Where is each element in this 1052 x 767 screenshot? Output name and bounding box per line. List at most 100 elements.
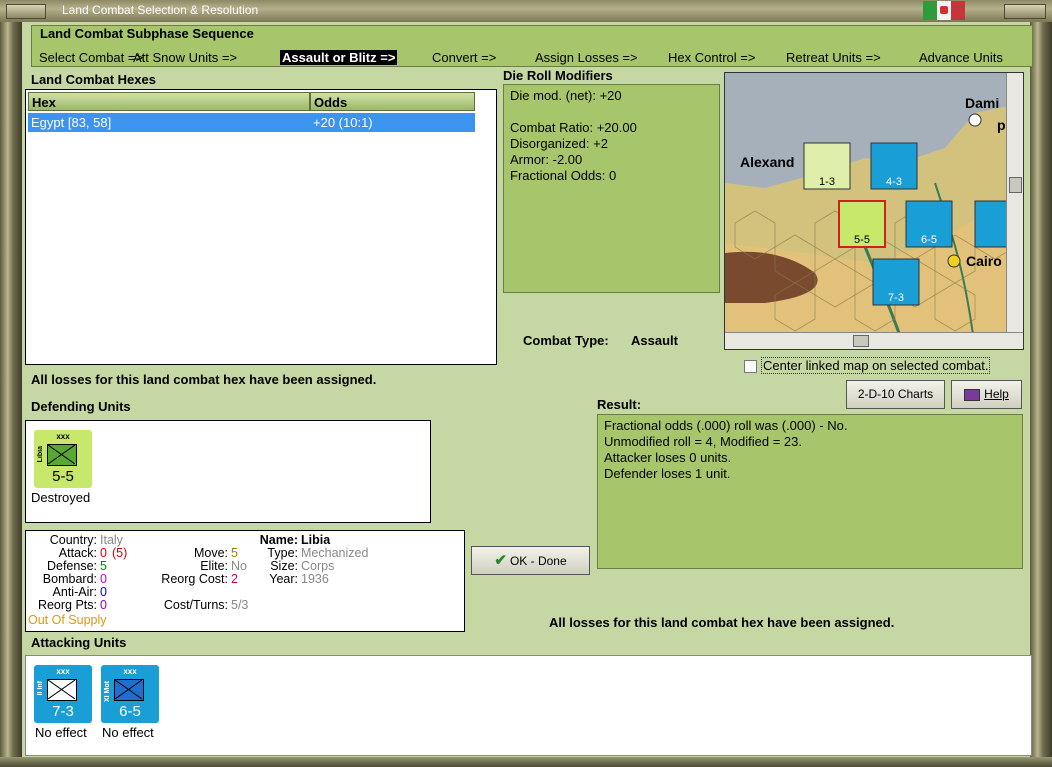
subphase-step-retreat-units: Retreat Units => [786, 50, 881, 65]
unit-value: 6-5 [119, 703, 141, 720]
subphase-step-select-combat: Select Combat => [39, 50, 144, 65]
checkmark-icon: ✔ [494, 552, 507, 569]
window-titlebar[interactable]: Land Combat Selection & Resolution [0, 0, 1052, 22]
modifier-line: Combat Ratio: +20.00 [510, 120, 637, 135]
center-map-label[interactable]: Center linked map on selected combat. [761, 357, 991, 374]
reorg-pts-label: Reorg Pts: [37, 598, 97, 612]
help-button[interactable]: Help [951, 380, 1022, 409]
unit-size: xxx [123, 667, 137, 676]
modifiers-panel: Die mod. (net): +20 Combat Ratio: +20.00… [503, 84, 720, 293]
supply-status: Out Of Supply [28, 613, 107, 627]
svg-text:4-3: 4-3 [886, 176, 902, 188]
svg-text:5-5: 5-5 [854, 234, 870, 246]
subphase-step-assault-blitz: Assault or Blitz => [280, 50, 398, 65]
modifier-line: Disorganized: +2 [510, 136, 608, 151]
odds-cell: +20 (10:1) [313, 115, 373, 130]
unit-value: 5-5 [52, 468, 74, 485]
result-line: Fractional odds (.000) roll was (.000) -… [604, 418, 848, 433]
unit-name: XI Mot [104, 681, 111, 702]
cost-turns-label: Cost/Turns: [163, 598, 228, 612]
subphase-panel: Land Combat Subphase Sequence Select Com… [31, 25, 1033, 67]
map-horizontal-scrollbar[interactable] [725, 332, 1023, 349]
center-map-checkbox[interactable] [744, 360, 757, 373]
map-label-p: p [997, 117, 1006, 133]
map-label-alexandria: Alexand [740, 154, 795, 170]
book-icon [964, 388, 981, 401]
unit-details-panel: Country: Italy Attack: 0 (5) Defense: 5 … [25, 530, 465, 632]
map-vscroll-thumb[interactable] [1009, 177, 1022, 193]
attacking-unit-counter[interactable]: xxx II Inf 7-3 [34, 665, 92, 723]
subphase-step-convert: Convert => [432, 50, 497, 65]
ok-done-label: OK - Done [509, 554, 567, 568]
window-frame-bottom [0, 757, 1052, 767]
hex-cell: Egypt [83, 58] [31, 115, 112, 130]
modifier-line [510, 104, 637, 120]
modifiers-heading: Die Roll Modifiers [503, 68, 613, 83]
help-button-label: Help [984, 387, 1009, 401]
window-frame-right [1030, 22, 1052, 767]
attacking-unit-counter[interactable]: xxx XI Mot 6-5 [101, 665, 159, 723]
hexes-col-hex[interactable]: Hex [28, 92, 310, 111]
result-line: Unmodified roll = 4, Modified = 23. [604, 434, 802, 449]
result-line: Defender loses 1 unit. [604, 466, 731, 481]
charts-button-label: 2-D-10 Charts [857, 387, 934, 401]
mechanized-icon [47, 444, 77, 466]
map-label-damietta: Dami [965, 95, 1000, 111]
subphase-step-att-snow: Att Snow Units => [133, 50, 238, 65]
modifier-line: Die mod. (net): +20 [510, 88, 622, 103]
window-title: Land Combat Selection & Resolution [62, 3, 259, 17]
table-row[interactable]: Egypt [83, 58] +20 (10:1) [28, 113, 475, 132]
subphase-step-hex-control: Hex Control => [668, 50, 756, 65]
reorg-cost-label: Reorg Cost: [161, 572, 228, 586]
result-heading: Result: [597, 397, 642, 412]
attacking-units-panel: xxx II Inf 7-3 No effect xxx XI Mot 6-5 … [25, 655, 1032, 756]
defending-units-panel: xxx Libia 5-5 Destroyed [25, 420, 431, 523]
cost-turns-value: 5/3 [231, 598, 249, 612]
close-icon[interactable] [1004, 4, 1046, 19]
hexes-table[interactable]: Hex Odds Egypt [83, 58] +20 (10:1) [25, 89, 497, 365]
reorg-pts-value: 0 [100, 598, 107, 612]
svg-text:6-5: 6-5 [921, 234, 937, 246]
unit-status: No effect [102, 725, 154, 740]
unit-status: Destroyed [31, 490, 91, 505]
unit-size: xxx [56, 432, 70, 441]
subphase-step-assign-losses: Assign Losses => [535, 50, 638, 65]
linked-map[interactable]: 1-3 4-3 5-5 6-5 7-3 Alexand Dami p Cairo [724, 72, 1024, 350]
combat-type-label: Combat Type: [523, 333, 609, 348]
window-menu-icon[interactable] [6, 4, 46, 19]
combat-type-value: Assault [631, 333, 678, 348]
status-message-top: All losses for this land combat hex have… [31, 372, 377, 387]
italy-flag-icon [923, 1, 965, 20]
window-frame-left [0, 22, 22, 767]
map-vertical-scrollbar[interactable] [1006, 73, 1023, 333]
attacking-heading: Attacking Units [31, 635, 127, 650]
year-label: Year: [269, 572, 298, 586]
hexes-heading: Land Combat Hexes [31, 72, 156, 87]
subphase-heading: Land Combat Subphase Sequence [40, 26, 254, 41]
hexes-col-odds[interactable]: Odds [310, 92, 475, 111]
status-message-bottom: All losses for this land combat hex have… [549, 615, 895, 630]
unit-status: No effect [35, 725, 87, 740]
unit-name: II Inf [37, 681, 44, 696]
defending-heading: Defending Units [31, 399, 131, 414]
svg-text:7-3: 7-3 [888, 292, 904, 304]
infantry-icon [47, 679, 77, 701]
unit-value: 7-3 [52, 703, 74, 720]
modifiers-text: Die mod. (net): +20 Combat Ratio: +20.00… [510, 88, 637, 184]
motorized-icon [114, 679, 144, 701]
result-line: Attacker loses 0 units. [604, 450, 732, 465]
reorg-cost-value: 2 [231, 572, 238, 586]
unit-name: Libia [37, 446, 44, 463]
attack-paren-value: (5) [112, 546, 128, 560]
result-panel: Fractional odds (.000) roll was (.000) -… [597, 414, 1023, 569]
map-hscroll-thumb[interactable] [853, 335, 869, 347]
ok-done-button[interactable]: ✔ OK - Done [471, 546, 590, 575]
map-label-cairo: Cairo [966, 253, 1002, 269]
unit-size: xxx [56, 667, 70, 676]
charts-button[interactable]: 2-D-10 Charts [846, 380, 945, 409]
map-canvas[interactable]: 1-3 4-3 5-5 6-5 7-3 [725, 73, 1023, 349]
defending-unit-counter[interactable]: xxx Libia 5-5 [34, 430, 92, 488]
year-value: 1936 [301, 572, 329, 586]
modifier-line: Fractional Odds: 0 [510, 168, 617, 183]
subphase-step-advance-units: Advance Units [919, 50, 1003, 65]
